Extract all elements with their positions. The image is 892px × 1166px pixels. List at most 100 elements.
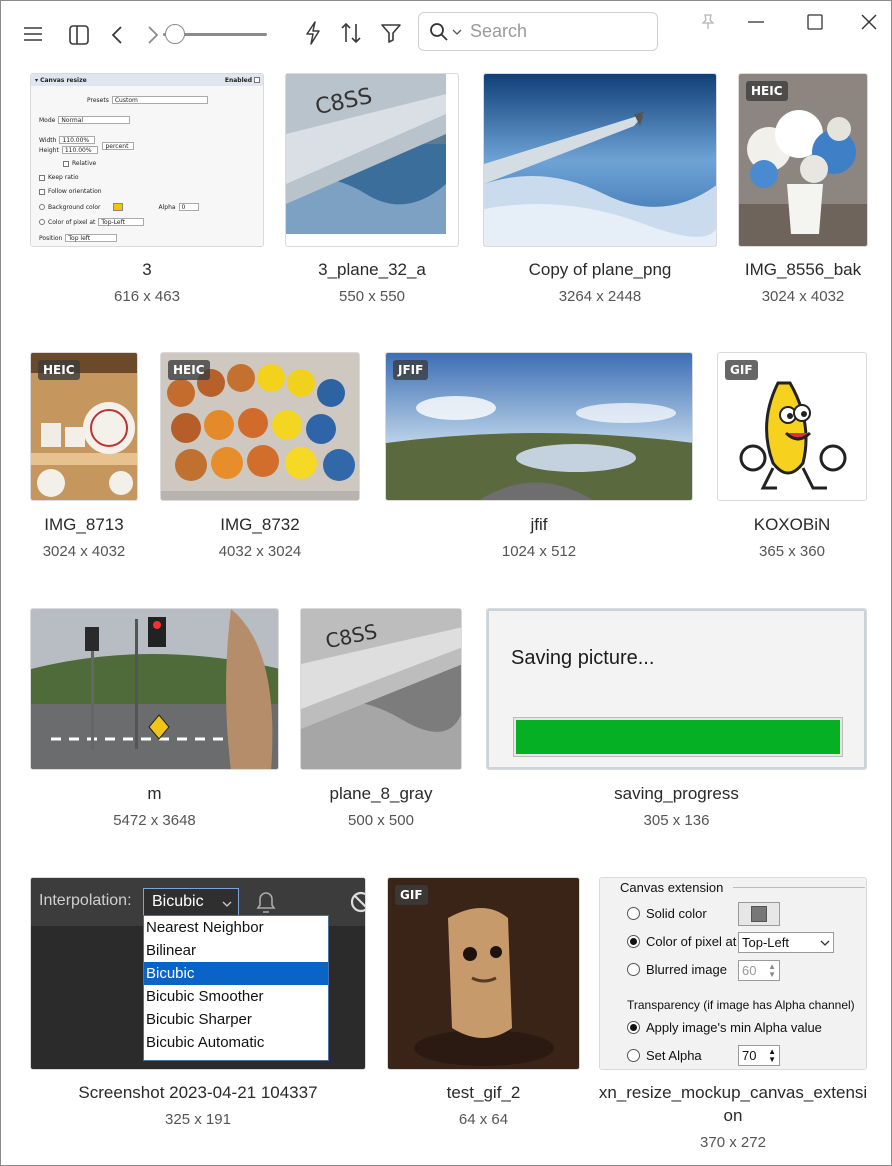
- blurred-radio: [627, 963, 640, 976]
- sidebar-toggle-icon[interactable]: [66, 22, 92, 48]
- gif-figure-image: [388, 878, 579, 1069]
- enabled-checkbox: [254, 77, 260, 83]
- thumbnail-cookies[interactable]: HEIC: [160, 352, 360, 501]
- item-dims: 305 x 136: [643, 812, 710, 829]
- thumbnail-street[interactable]: [30, 608, 279, 770]
- thumbnail-saving-progress[interactable]: Saving picture...: [486, 608, 867, 770]
- item-name: Screenshot 2023-04-21 104337: [78, 1083, 318, 1102]
- keep-ratio-label: Keep ratio: [48, 174, 79, 181]
- item-dims: 616 x 463: [114, 288, 180, 305]
- spin-arrows-icon: ▲ ▼: [768, 961, 776, 979]
- item-dims: 4032 x 3024: [218, 543, 302, 560]
- item-name: IMG_8556_bak: [744, 260, 862, 279]
- thumbnail-test-gif[interactable]: GIF: [387, 877, 580, 1070]
- group-label: Canvas extension: [620, 880, 724, 895]
- pin-icon[interactable]: [696, 9, 720, 35]
- blurred-label: Blurred image: [646, 962, 727, 977]
- interp-options-list: Nearest Neighbor Bilinear Bicubic Bicubi…: [143, 915, 329, 1061]
- thumbnail-plane[interactable]: C8SS: [285, 73, 459, 247]
- forward-icon[interactable]: [143, 22, 163, 48]
- item-dims: 370 x 272: [700, 1134, 766, 1151]
- thumbnail-banana[interactable]: GIF: [717, 352, 867, 501]
- thumbnail-plane-gray[interactable]: C8SS: [300, 608, 462, 770]
- min-alpha-radio: [627, 1021, 640, 1034]
- item-name: 3_plane_32_a: [318, 260, 426, 279]
- thumbnail-plane-color[interactable]: [483, 73, 717, 247]
- bg-color-swatch: [113, 203, 124, 211]
- slider-thumb[interactable]: [165, 24, 185, 44]
- thumbnail-panorama[interactable]: JFIF: [385, 352, 693, 501]
- presets-label: Presets: [87, 96, 109, 104]
- item-dims: 3024 x 4032: [42, 543, 126, 560]
- toolbar: Search: [1, 1, 891, 65]
- thumbnail-size-slider[interactable]: [163, 23, 267, 45]
- presets-field: Custom: [111, 96, 208, 104]
- item-name: test_gif_2: [446, 1083, 521, 1102]
- bg-color-radio: [39, 204, 45, 210]
- search-box[interactable]: Search: [418, 12, 658, 51]
- interp-option: Bicubic Automatic: [146, 1034, 265, 1051]
- solid-color-label: Solid color: [646, 906, 707, 921]
- position-label: Position: [39, 234, 63, 242]
- thumbnail-flowers[interactable]: HEIC: [738, 73, 868, 247]
- bg-color-label: Background color: [48, 203, 101, 211]
- thumbnail-interpolation[interactable]: Interpolation: Bicubic Nearest Neighbor …: [30, 877, 366, 1070]
- pixel-color-label: Color of pixel at: [48, 218, 96, 226]
- back-icon[interactable]: [107, 22, 127, 48]
- item-dims: 3024 x 4032: [761, 288, 845, 305]
- pixel-color-radio: [39, 219, 45, 225]
- plane-sky-image: [484, 74, 716, 246]
- format-badge: HEIC: [746, 81, 788, 101]
- chevron-down-icon: [820, 935, 830, 950]
- unit-field: percent: [102, 142, 135, 150]
- maximize-icon[interactable]: [801, 9, 829, 35]
- item-dims: 365 x 360: [759, 543, 825, 560]
- alpha-field: 0: [178, 203, 199, 211]
- item-name: m: [147, 784, 162, 803]
- app-window: Search ▾ Canvas resize Enabled Presets C…: [0, 0, 892, 1166]
- filter-icon[interactable]: [378, 19, 404, 47]
- panorama-image: [386, 353, 692, 500]
- alpha-spin: 70 ▲ ▼: [738, 1045, 780, 1066]
- item-name: KOXOBiN: [753, 515, 831, 534]
- item-name-continued: on: [723, 1106, 743, 1125]
- item-name: 3: [142, 260, 152, 279]
- width-field: 110.00%: [59, 136, 96, 144]
- set-alpha-radio: [627, 1049, 640, 1062]
- search-input[interactable]: Search: [470, 21, 527, 42]
- chevron-down-icon[interactable]: [452, 28, 462, 36]
- plane-gray-image: C8SS: [301, 609, 461, 769]
- sort-icon[interactable]: [338, 19, 364, 47]
- width-label: Width: [39, 136, 57, 144]
- menu-icon[interactable]: [21, 23, 45, 45]
- item-dims: 550 x 550: [339, 288, 405, 305]
- item-dims: 3264 x 2448: [558, 288, 642, 305]
- close-icon[interactable]: [855, 9, 883, 35]
- mode-label: Mode: [39, 116, 56, 124]
- pixel-select: Top-Left: [738, 932, 834, 953]
- canvas-extension-panel: Canvas extension Solid color Color of pi…: [600, 878, 866, 1069]
- color-swatch-button: [738, 902, 780, 926]
- height-label: Height: [39, 146, 59, 154]
- group-title: Canvas extension: [620, 880, 866, 895]
- interp-selected: Bicubic: [152, 893, 204, 910]
- saving-dialog: Saving picture...: [487, 609, 866, 769]
- panel-header: ▾ Canvas resize Enabled: [31, 74, 263, 86]
- thumbnail-canvas-resize[interactable]: ▾ Canvas resize Enabled Presets Custom Mo…: [30, 73, 264, 247]
- search-icon[interactable]: [429, 22, 449, 42]
- panel-title: Canvas resize: [40, 76, 87, 84]
- format-badge: GIF: [725, 360, 758, 380]
- item-dims: 5472 x 3648: [113, 812, 196, 829]
- saving-title: Saving picture...: [511, 647, 655, 669]
- thumbnail-canvas-extension[interactable]: Canvas extension Solid color Color of pi…: [599, 877, 867, 1070]
- follow-orientation-checkbox: [39, 188, 45, 195]
- alpha-value: 70: [742, 1048, 757, 1063]
- flash-icon[interactable]: [301, 19, 325, 47]
- thumbnail-shelf[interactable]: HEIC: [30, 352, 138, 501]
- item-name: Copy of plane_png: [528, 260, 672, 279]
- pixel-color-radio: [627, 935, 640, 948]
- interp-label: Interpolation:: [39, 892, 132, 909]
- format-badge: GIF: [395, 885, 428, 905]
- minimize-icon[interactable]: [741, 9, 771, 35]
- canvas-resize-panel: ▾ Canvas resize Enabled Presets Custom Mo…: [31, 74, 263, 246]
